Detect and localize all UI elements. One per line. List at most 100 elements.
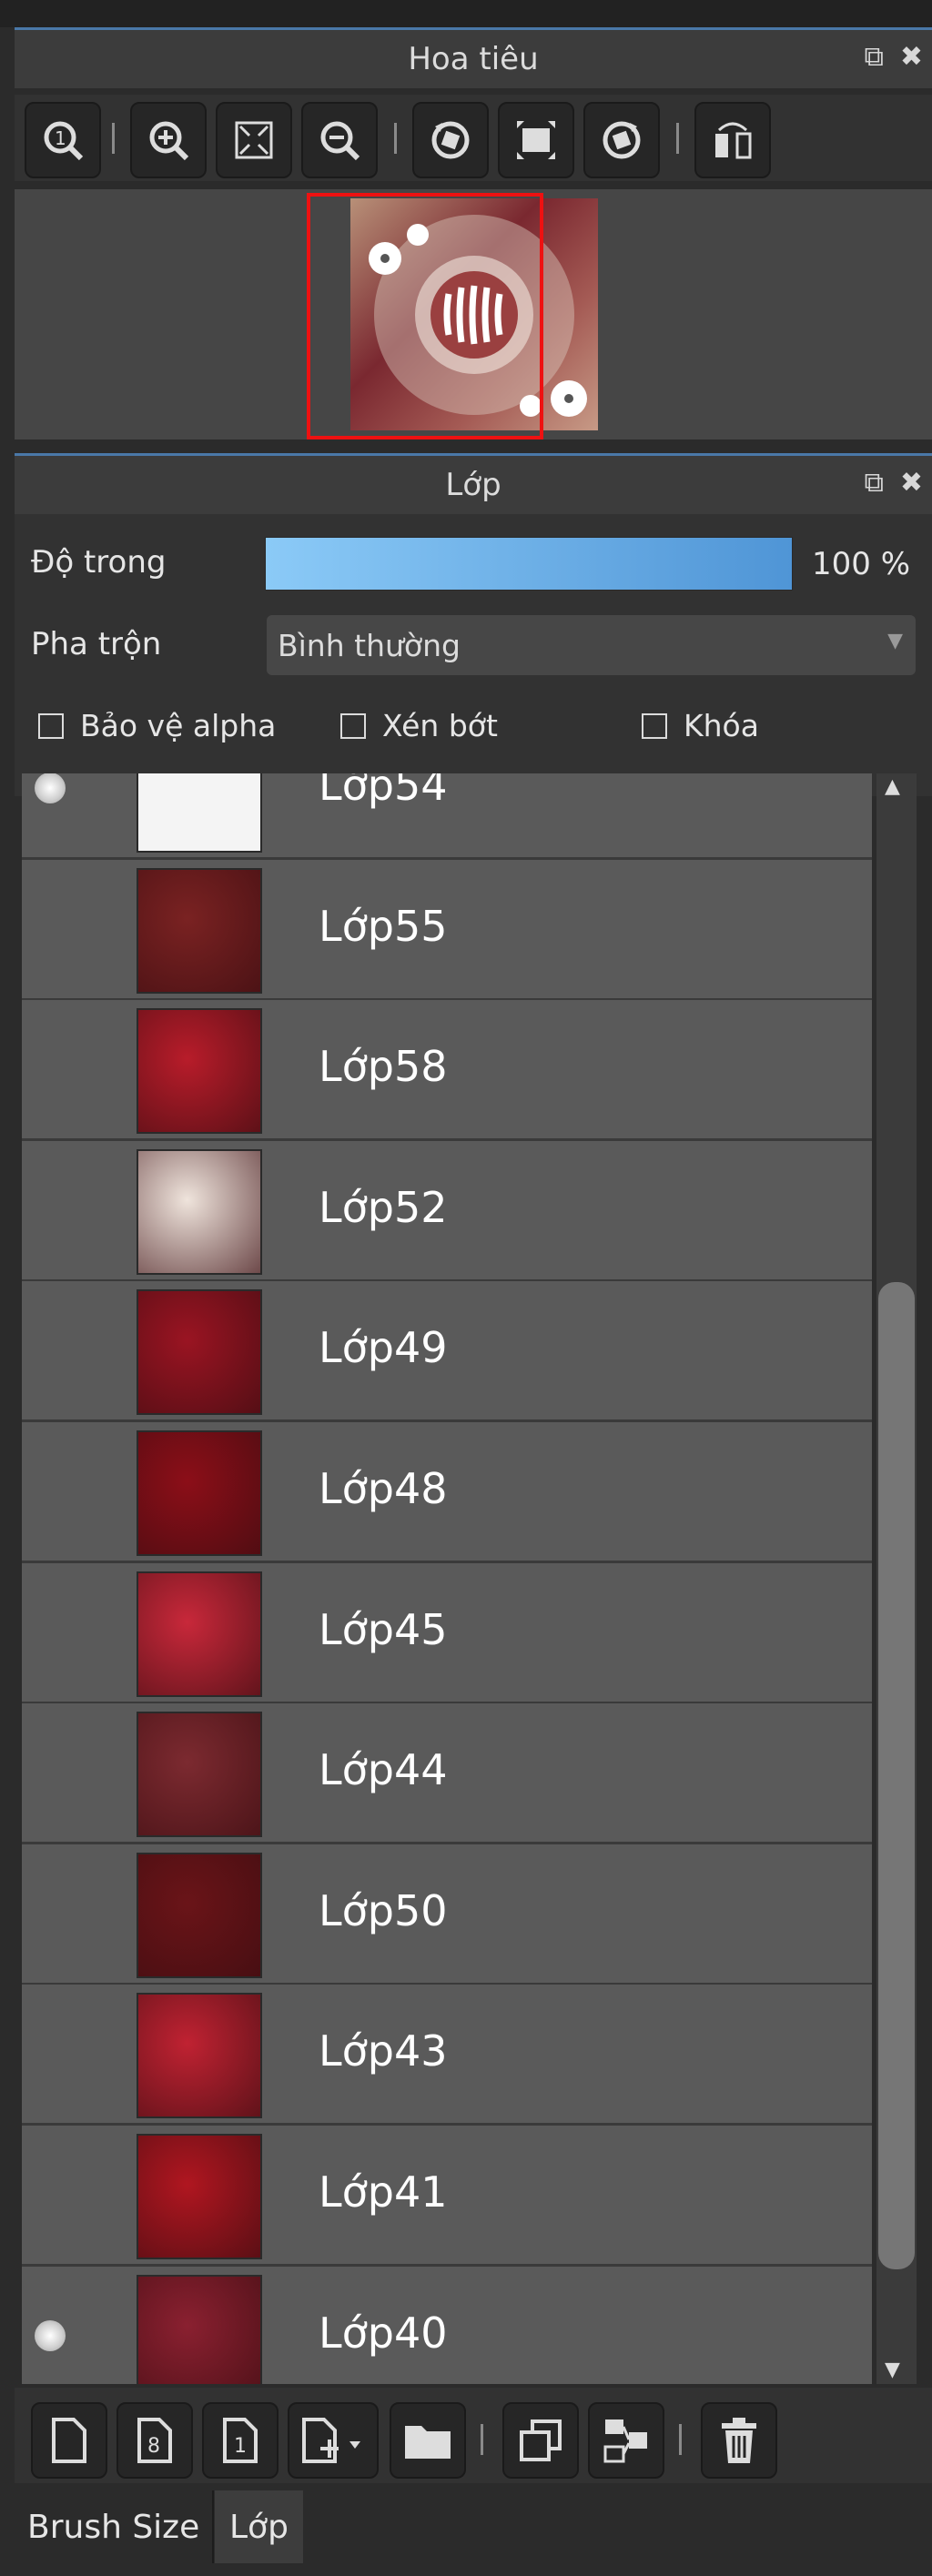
duplicate-layer-button[interactable] (502, 2402, 579, 2479)
chevron-down-icon: ▼ (887, 630, 903, 652)
zoom-in-icon (149, 121, 189, 161)
tab-layers[interactable]: Lớp (215, 2490, 303, 2563)
new-layer-button[interactable] (31, 2402, 107, 2479)
layer-thumbnail (137, 1289, 262, 1416)
tab-brush-size-label: Brush Size (27, 2508, 200, 2546)
scroll-up-icon[interactable]: ▲ (885, 775, 900, 798)
visibility-toggle-icon[interactable] (35, 2038, 66, 2069)
add-layer-menu-button[interactable] (288, 2402, 379, 2479)
layer-row[interactable]: Lớp48 (22, 1422, 872, 1563)
fit-screen-icon (235, 121, 273, 159)
layer-name: Lớp44 (319, 1745, 448, 1795)
new-folder-button[interactable] (390, 2402, 466, 2479)
opacity-value: 100 % (812, 546, 911, 582)
svg-text:8: 8 (147, 2435, 160, 2458)
duplicate-icon (520, 2419, 562, 2461)
layer-row[interactable]: Lớp50 (22, 1844, 872, 1985)
zoom-actual-button[interactable]: 1 (25, 102, 101, 178)
layer-row[interactable]: Lớp41 (22, 2126, 872, 2267)
close-icon[interactable]: ✖ (900, 467, 923, 499)
layer-row[interactable]: Lớp55 (22, 859, 872, 1001)
visibility-toggle-icon[interactable] (35, 1898, 66, 1929)
opacity-slider[interactable] (265, 537, 793, 591)
navigator-toolbar: 1 (15, 95, 932, 181)
blend-mode-value: Bình thường (278, 627, 461, 663)
tab-brush-size[interactable]: Brush Size (15, 2490, 215, 2563)
zoom-out-button[interactable] (301, 102, 378, 178)
tab-layers-label: Lớp (229, 2508, 289, 2546)
layer-name: Lớp52 (319, 1182, 448, 1232)
delete-layer-button[interactable] (701, 2402, 777, 2479)
trash-icon (722, 2418, 756, 2463)
navigator-title: Hoa tiêu (408, 41, 539, 77)
flip-button[interactable] (694, 102, 771, 178)
layer-name: Lớp43 (319, 2026, 448, 2076)
visibility-toggle-icon[interactable] (35, 1476, 66, 1507)
popout-icon[interactable]: ⧉ (864, 41, 883, 73)
close-icon[interactable]: ✖ (900, 41, 923, 73)
layer-thumbnail (137, 1148, 262, 1275)
viewport-frame[interactable] (307, 193, 543, 439)
layer-thumbnail (137, 2134, 262, 2259)
merge-layer-button[interactable] (588, 2402, 664, 2479)
checkbox-box (38, 712, 64, 739)
protect-alpha-checkbox[interactable]: Bảo vệ alpha (38, 708, 276, 743)
protect-alpha-label: Bảo vệ alpha (80, 708, 277, 743)
rotate-right-button[interactable] (583, 102, 660, 178)
layer-row[interactable]: Lớp49 (22, 1281, 872, 1423)
layer-name: Lớp50 (319, 1885, 448, 1935)
visibility-toggle-icon[interactable] (35, 2319, 66, 2351)
layer-row[interactable]: Lớp52 (22, 1140, 872, 1282)
separator (481, 2424, 483, 2455)
layer-row[interactable]: Lớp40 (22, 2266, 872, 2384)
new-1bit-layer-button[interactable]: 1 (202, 2402, 279, 2479)
layer-row[interactable]: Lớp43 (22, 1985, 872, 2126)
layer-row[interactable]: Lớp54 (22, 773, 872, 860)
folder-icon (405, 2426, 451, 2459)
layer-name: Lớp45 (319, 1604, 448, 1654)
layer-row[interactable]: Lớp45 (22, 1562, 872, 1704)
visibility-toggle-icon[interactable] (35, 1054, 66, 1085)
fullscreen-icon (517, 121, 555, 159)
new-layer-8-icon: 8 (137, 2418, 172, 2463)
rotate-left-icon (431, 121, 470, 159)
fullscreen-button[interactable] (498, 102, 574, 178)
layer-thumbnail (137, 1712, 262, 1838)
visibility-toggle-icon[interactable] (35, 773, 66, 803)
new-8bit-layer-button[interactable]: 8 (116, 2402, 193, 2479)
blend-label: Pha trộn (31, 626, 162, 662)
rotate-left-button[interactable] (412, 102, 489, 178)
panel-tabs: Brush Size Lớp (15, 2490, 932, 2576)
layer-toolbar: 8 1 (15, 2388, 932, 2483)
lock-checkbox[interactable]: Khóa (642, 708, 759, 743)
layer-row[interactable]: Lớp58 (22, 1000, 872, 1142)
clip-checkbox[interactable]: Xén bớt (340, 708, 498, 743)
checkbox-box (642, 712, 667, 739)
visibility-toggle-icon[interactable] (35, 1757, 66, 1788)
blend-mode-select[interactable]: Bình thường ▼ (267, 615, 916, 675)
layer-thumbnail (137, 2274, 262, 2384)
separator (394, 123, 397, 154)
visibility-toggle-icon[interactable] (35, 914, 66, 945)
lock-label: Khóa (684, 708, 759, 743)
scroll-down-icon[interactable]: ▼ (885, 2359, 900, 2381)
navigator-header: Hoa tiêu ⧉ ✖ (15, 27, 932, 88)
layer-thumbnail (137, 1852, 262, 1978)
scrollbar-thumb[interactable] (878, 1282, 915, 2269)
layer-thumbnail (137, 1571, 262, 1697)
visibility-toggle-icon[interactable] (35, 1195, 66, 1226)
layer-list[interactable]: Lớp54 Lớp55 Lớp58 Lớp52 Lớp49 Lớp48 Lớp45 Lớp44… (22, 773, 872, 2384)
new-layer-1-icon: 1 (223, 2418, 258, 2463)
layer-name: Lớp41 (319, 2167, 448, 2217)
new-layer-icon (52, 2418, 86, 2463)
popout-icon[interactable]: ⧉ (864, 467, 883, 499)
layer-row[interactable]: Lớp44 (22, 1703, 872, 1845)
visibility-toggle-icon[interactable] (35, 1617, 66, 1648)
zoom-in-button[interactable] (130, 102, 207, 178)
fit-screen-button[interactable] (216, 102, 292, 178)
visibility-toggle-icon[interactable] (35, 2179, 66, 2210)
rotate-right-icon (603, 121, 641, 159)
visibility-toggle-icon[interactable] (35, 1335, 66, 1366)
flip-icon (715, 122, 752, 159)
layer-thumbnail (137, 1008, 262, 1135)
